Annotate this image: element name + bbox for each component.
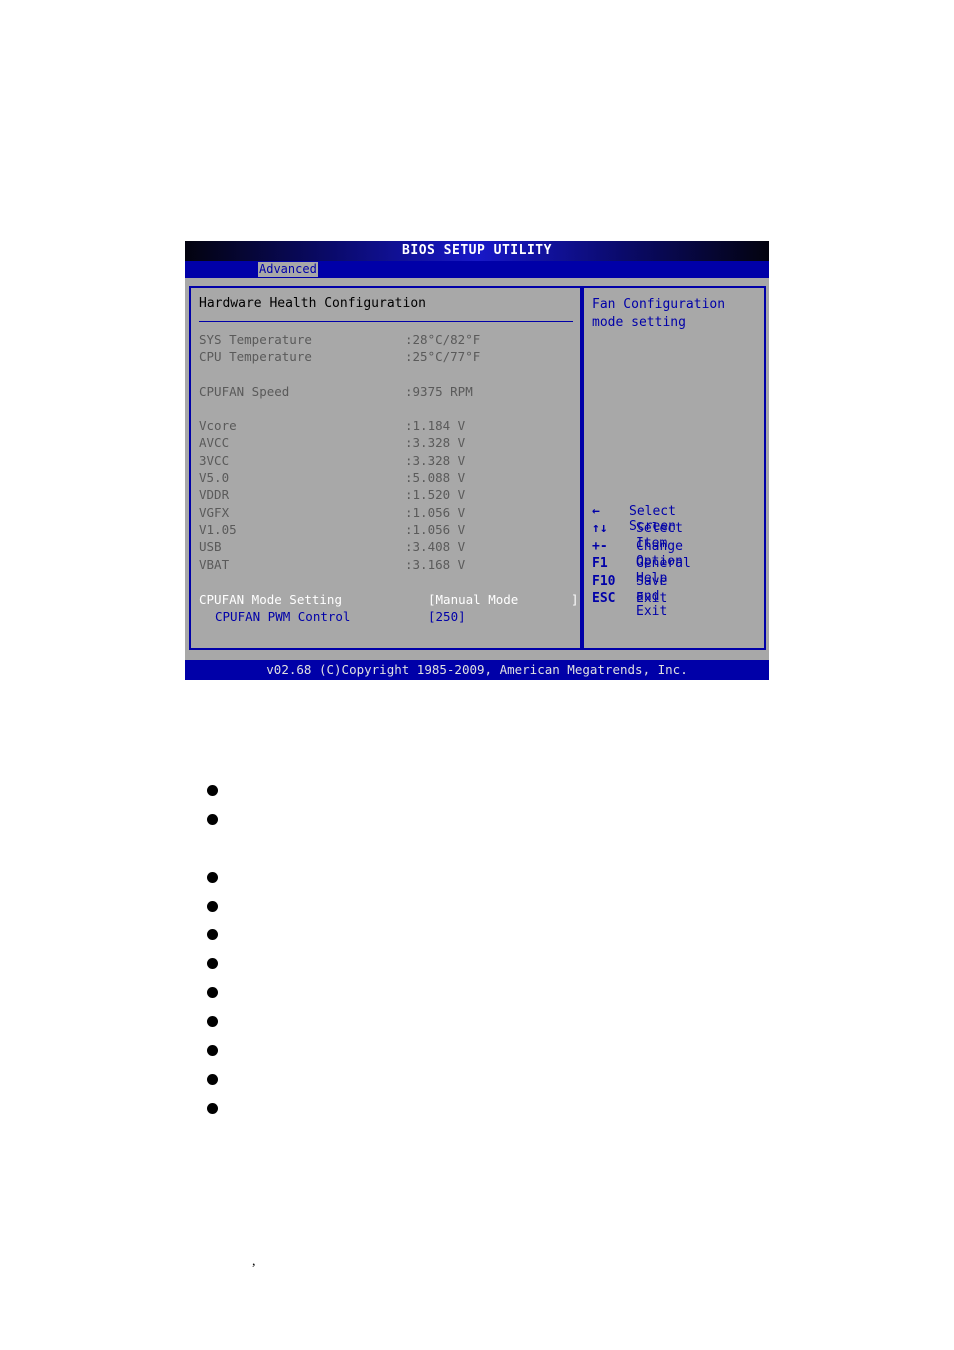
- bios-title-bar: BIOS SETUP UTILITY: [185, 241, 769, 261]
- help-text-line: mode setting: [592, 315, 686, 330]
- bullet-icon: [207, 987, 218, 998]
- reading-value: :1.520 V: [405, 487, 466, 502]
- reading-label: VBAT: [199, 557, 230, 572]
- reading-value: :9375 RPM: [405, 384, 473, 399]
- f10-key: F10: [592, 573, 616, 589]
- reading-value: :1.056 V: [405, 522, 466, 537]
- reading-label: CPU Temperature: [199, 349, 312, 364]
- reading-label: Vcore: [199, 418, 237, 433]
- bullet-icon: [207, 872, 218, 883]
- reading-value: :3.328 V: [405, 435, 466, 450]
- bullet-icon: [207, 1045, 218, 1056]
- reading-label: AVCC: [199, 435, 230, 450]
- help-text-line: Fan Configuration: [592, 297, 726, 312]
- bullet-icon: [207, 1103, 218, 1114]
- reading-label: VDDR: [199, 487, 230, 502]
- bios-setup-screen: BIOS SETUP UTILITY Advanced Hardware Hea…: [185, 241, 769, 680]
- help-panel: Fan Configuration mode setting ← Select S…: [582, 286, 766, 650]
- bullet-icon: [207, 958, 218, 969]
- setting-label: CPUFAN Mode Setting: [199, 592, 342, 607]
- reading-value: :3.408 V: [405, 539, 466, 554]
- reading-value: :25°C/77°F: [405, 349, 481, 364]
- bullet-icon: [207, 814, 218, 825]
- setting-label: CPUFAN PWM Control: [215, 609, 351, 624]
- reading-label: USB: [199, 539, 222, 554]
- bullet-icon: [207, 1074, 218, 1085]
- up-down-arrow-key: ↑↓: [592, 521, 608, 537]
- reading-value: :1.056 V: [405, 505, 466, 520]
- reading-label: V5.0: [199, 470, 230, 485]
- left-arrow-key: ←: [592, 504, 600, 519]
- reading-label: 3VCC: [199, 453, 230, 468]
- bullet-icon: [207, 901, 218, 912]
- tab-advanced[interactable]: Advanced: [258, 262, 318, 277]
- reading-label: V1.05: [199, 522, 237, 537]
- menu-bar: Advanced: [185, 261, 769, 278]
- reading-value: :5.088 V: [405, 470, 466, 485]
- reading-label: VGFX: [199, 505, 230, 520]
- section-title: Hardware Health Configuration: [199, 296, 426, 311]
- help-text: Fan Configuration mode setting: [592, 296, 725, 332]
- section-divider: [199, 321, 573, 322]
- f1-key: F1: [592, 556, 608, 572]
- esc-key: ESC: [592, 590, 616, 606]
- settings-panel: Hardware Health Configuration SYS Temper…: [189, 286, 582, 650]
- stray-comma: ,: [252, 1254, 256, 1269]
- bullet-icon: [207, 1016, 218, 1027]
- bullet-icon: [207, 785, 218, 796]
- setting-value[interactable]: [250]: [428, 609, 466, 624]
- bullet-icon: [207, 929, 218, 940]
- copyright-footer: v02.68 (C)Copyright 1985-2009, American …: [185, 660, 769, 680]
- reading-value: :1.184 V: [405, 418, 466, 433]
- reading-label: SYS Temperature: [199, 332, 312, 347]
- plus-minus-key: +-: [592, 538, 608, 554]
- reading-value: :28°C/82°F: [405, 332, 481, 347]
- key-description: Exit: [636, 590, 668, 606]
- reading-value: :3.328 V: [405, 453, 466, 468]
- setting-value[interactable]: [Manual Mode ]: [428, 592, 579, 607]
- reading-label: CPUFAN Speed: [199, 384, 290, 399]
- reading-value: :3.168 V: [405, 557, 466, 572]
